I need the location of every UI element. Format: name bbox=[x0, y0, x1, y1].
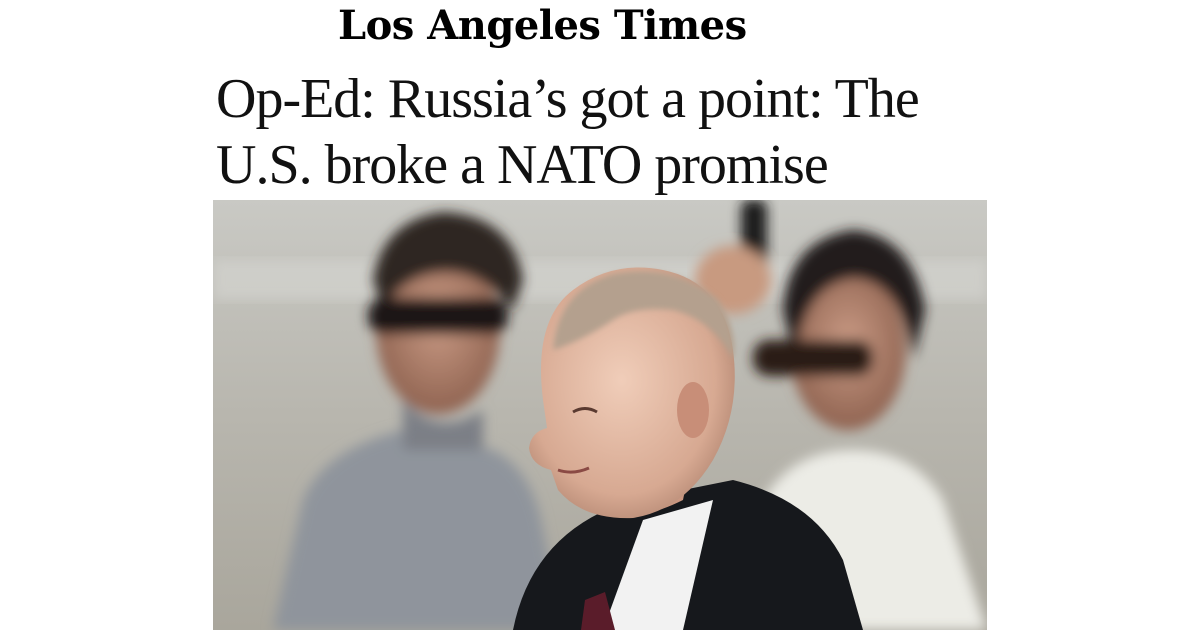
article-hero-photo[interactable] bbox=[213, 200, 987, 630]
article-headline[interactable]: Op-Ed: Russia’s got a point: The U.S. br… bbox=[216, 66, 996, 198]
share-card: Los Angeles Times Op-Ed: Russia’s got a … bbox=[0, 0, 1200, 630]
masthead-logo[interactable]: Los Angeles Times bbox=[338, 2, 747, 49]
